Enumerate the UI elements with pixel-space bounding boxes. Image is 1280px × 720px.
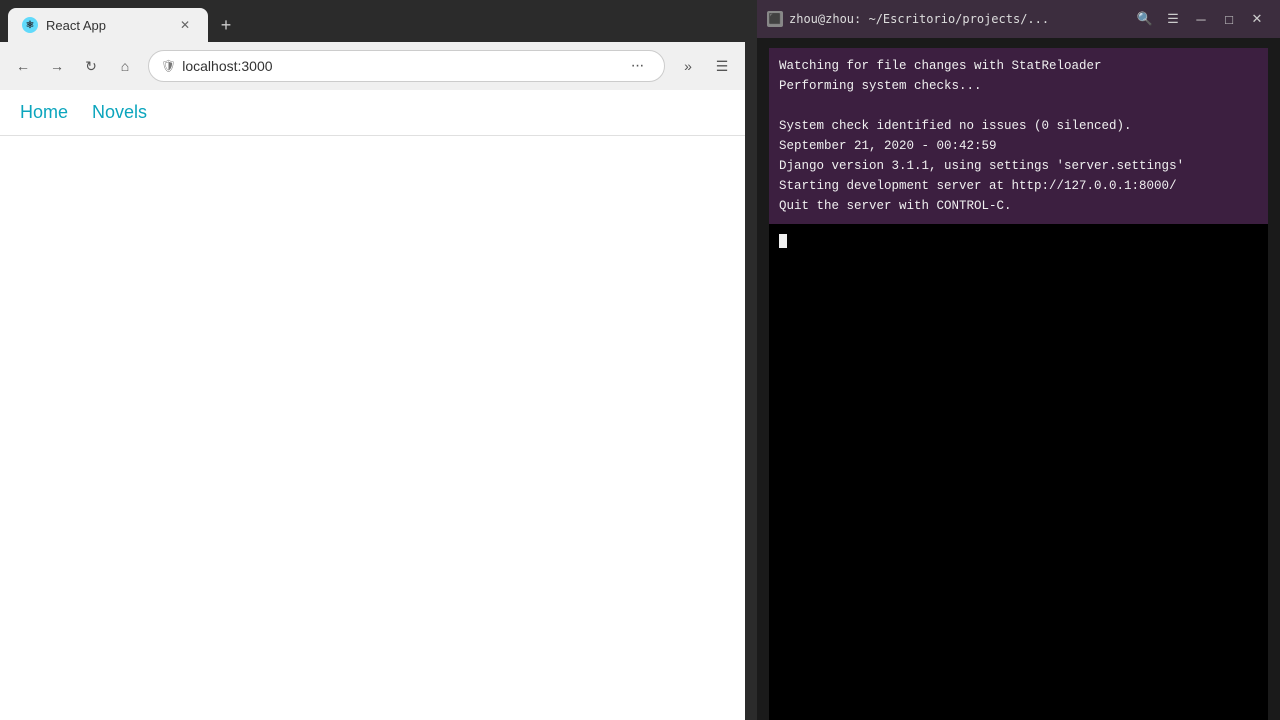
search-icon: 🔍 bbox=[1137, 11, 1153, 27]
terminal-output-black bbox=[769, 224, 1268, 720]
new-tab-button[interactable]: + bbox=[212, 11, 240, 39]
forward-icon: → bbox=[50, 58, 64, 74]
terminal-line-2: Performing system checks... bbox=[779, 76, 1258, 96]
nav-novels-link[interactable]: Novels bbox=[92, 102, 147, 123]
tab-bar: ⚛ React App ✕ + bbox=[0, 0, 745, 42]
tab-favicon: ⚛ bbox=[22, 17, 38, 33]
page-body bbox=[0, 136, 745, 720]
maximize-icon: □ bbox=[1225, 12, 1233, 27]
more-icon: ··· bbox=[631, 57, 644, 75]
plus-icon: + bbox=[221, 15, 232, 36]
tab-title: React App bbox=[46, 18, 168, 33]
page-nav: Home Novels bbox=[0, 90, 745, 136]
minimize-icon: ─ bbox=[1196, 12, 1205, 27]
nav-home-link[interactable]: Home bbox=[20, 102, 68, 123]
terminal-search-button[interactable]: 🔍 bbox=[1132, 6, 1158, 32]
terminal-line-7: Quit the server with CONTROL-C. bbox=[779, 196, 1258, 216]
terminal-title: zhou@zhou: ~/Escritorio/projects/... bbox=[789, 12, 1126, 26]
active-tab[interactable]: ⚛ React App ✕ bbox=[8, 8, 208, 42]
page-content: Home Novels bbox=[0, 90, 745, 720]
terminal-maximize-button[interactable]: □ bbox=[1216, 6, 1242, 32]
home-icon: ⌂ bbox=[121, 58, 129, 74]
close-icon: ✕ bbox=[180, 18, 190, 32]
extend-button[interactable]: » bbox=[673, 51, 703, 81]
tab-close-button[interactable]: ✕ bbox=[176, 16, 194, 34]
forward-button[interactable]: → bbox=[42, 51, 72, 81]
terminal-minimize-button[interactable]: ─ bbox=[1188, 6, 1214, 32]
terminal-app-icon: ⬛ bbox=[767, 11, 783, 27]
back-icon: ← bbox=[16, 58, 30, 74]
terminal-controls: 🔍 ☰ ─ □ ✕ bbox=[1132, 6, 1270, 32]
terminal-line-blank bbox=[779, 96, 1258, 116]
terminal-body[interactable]: Watching for file changes with StatReloa… bbox=[757, 38, 1280, 720]
terminal-close-button[interactable]: ✕ bbox=[1244, 6, 1270, 32]
menu-icon: ☰ bbox=[716, 58, 729, 75]
hamburger-icon: ☰ bbox=[1167, 11, 1179, 27]
favicon-icon: ⚛ bbox=[26, 20, 35, 31]
reload-button[interactable]: ↻ bbox=[76, 51, 106, 81]
browser-window: ⚛ React App ✕ + ← → ↻ ⌂ 🛡 localhost:3000 bbox=[0, 0, 745, 720]
terminal-cursor bbox=[779, 234, 787, 248]
terminal-line-5: Django version 3.1.1, using settings 'se… bbox=[779, 156, 1258, 176]
reload-icon: ↻ bbox=[85, 58, 97, 75]
address-more-button[interactable]: ··· bbox=[622, 51, 652, 81]
terminal-line-6: Starting development server at http://12… bbox=[779, 176, 1258, 196]
extend-icon: » bbox=[684, 58, 692, 74]
home-button[interactable]: ⌂ bbox=[110, 51, 140, 81]
close-icon: ✕ bbox=[1252, 11, 1263, 27]
terminal-line-1: Watching for file changes with StatReloa… bbox=[779, 56, 1258, 76]
url-text: localhost:3000 bbox=[182, 58, 616, 74]
address-bar[interactable]: 🛡 localhost:3000 ··· bbox=[148, 50, 665, 82]
browser-menu-button[interactable]: ☰ bbox=[707, 51, 737, 81]
nav-bar: ← → ↻ ⌂ 🛡 localhost:3000 ··· » ☰ bbox=[0, 42, 745, 90]
terminal-menu-button[interactable]: ☰ bbox=[1160, 6, 1186, 32]
terminal-window: ⬛ zhou@zhou: ~/Escritorio/projects/... 🔍… bbox=[757, 0, 1280, 720]
shield-icon: 🛡 bbox=[161, 59, 176, 73]
terminal-titlebar: ⬛ zhou@zhou: ~/Escritorio/projects/... 🔍… bbox=[757, 0, 1280, 38]
terminal-line-4: September 21, 2020 - 00:42:59 bbox=[779, 136, 1258, 156]
terminal-output-purple: Watching for file changes with StatReloa… bbox=[769, 48, 1268, 224]
back-button[interactable]: ← bbox=[8, 51, 38, 81]
terminal-line-3: System check identified no issues (0 sil… bbox=[779, 116, 1258, 136]
